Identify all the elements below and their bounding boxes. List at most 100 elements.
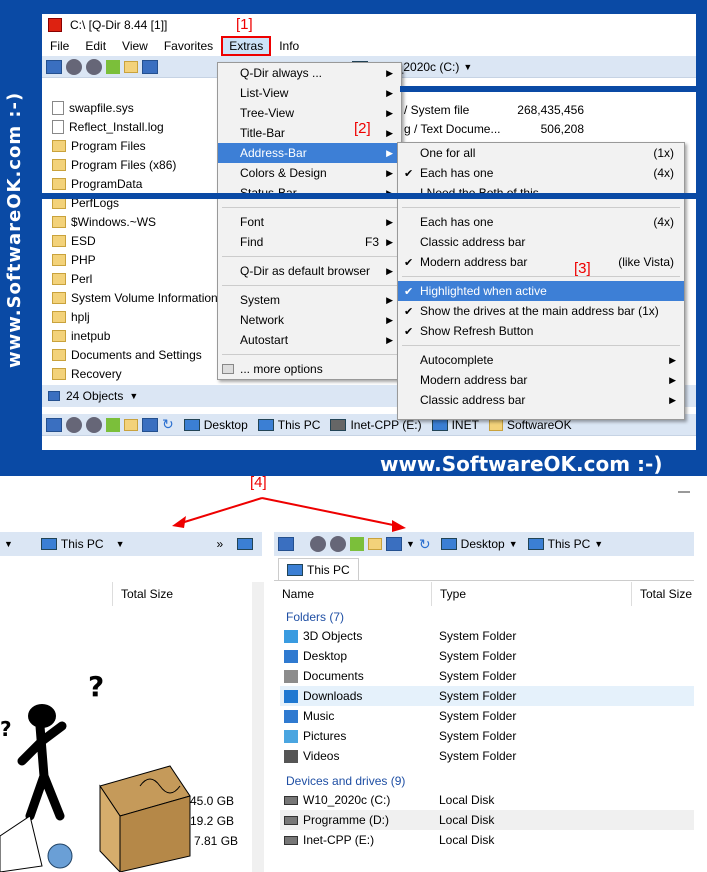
table-row[interactable]: Music System Folder: [280, 706, 694, 726]
menu-extras[interactable]: Extras: [221, 36, 272, 56]
list-item[interactable]: inetpub: [42, 326, 222, 345]
table-row[interactable]: W10_2020c (C:) Local Disk: [280, 790, 694, 810]
left-col-header[interactable]: Total Size: [112, 582, 244, 606]
address-bar-menu-item[interactable]: Each has one (4x): [398, 212, 684, 232]
list-item[interactable]: $Windows.~WS: [42, 212, 222, 231]
list-item[interactable]: swapfile.sys: [42, 98, 222, 117]
col-type[interactable]: Type: [434, 582, 632, 606]
up-icon[interactable]: [106, 417, 120, 432]
layout-icon[interactable]: [142, 59, 158, 74]
row-name: Pictures: [303, 729, 347, 743]
view-icon[interactable]: [46, 417, 62, 432]
chevron-down-icon: ▼: [463, 61, 473, 72]
list-item[interactable]: ProgramData: [42, 174, 222, 193]
chevron-down-icon[interactable]: ▼: [116, 539, 125, 549]
address-bar-menu-item[interactable]: Classic address bar: [398, 232, 684, 252]
table-row[interactable]: Desktop System Folder: [280, 646, 694, 666]
back-icon[interactable]: [66, 416, 82, 433]
up-icon[interactable]: [106, 59, 120, 74]
breadcrumb[interactable]: This PC: [61, 537, 104, 551]
disk-drive-icon: [284, 795, 298, 805]
list-item[interactable]: Program Files (x86): [42, 155, 222, 174]
submenu-arrow-icon: ▶: [386, 294, 393, 305]
address-bar-menu-item[interactable]: ✔ Modern address bar (like Vista): [398, 252, 684, 272]
list-item[interactable]: Reflect_Install.log: [42, 117, 222, 136]
menu-info[interactable]: Info: [271, 39, 307, 53]
new-folder-icon[interactable]: [124, 60, 138, 73]
menu-item-label: Modern address bar: [420, 255, 528, 269]
back-icon[interactable]: [66, 58, 82, 75]
monitor-icon[interactable]: [237, 538, 254, 550]
address-bar-menu-item[interactable]: Modern address bar ▶: [398, 370, 684, 390]
view-icon[interactable]: [46, 59, 62, 74]
tab-this-pc[interactable]: This PC: [278, 558, 359, 580]
list-item[interactable]: Recovery: [42, 364, 222, 383]
back-icon[interactable]: [310, 536, 326, 552]
list-item[interactable]: PHP: [42, 250, 222, 269]
table-row[interactable]: 3D Objects System Folder: [280, 626, 694, 646]
extras-menu-item[interactable]: Tree-View ▶: [218, 103, 401, 123]
table-row[interactable]: Videos System Folder: [280, 746, 694, 766]
refresh-icon[interactable]: ↻: [162, 416, 174, 433]
table-row[interactable]: Downloads System Folder: [280, 686, 694, 706]
extras-menu-item[interactable]: Address-Bar ▶: [218, 143, 401, 163]
list-item[interactable]: hplj: [42, 307, 222, 326]
extras-menu-item[interactable]: Colors & Design ▶: [218, 163, 401, 183]
check-icon: ✔: [404, 256, 414, 269]
extras-menu-item[interactable]: Find F3 ▶: [218, 232, 401, 252]
extras-menu-item[interactable]: System ▶: [218, 290, 401, 310]
crumb-this-pc[interactable]: This PC: [257, 418, 320, 432]
col-total-size[interactable]: Total Size: [634, 582, 694, 606]
address-bar-menu-item[interactable]: ✔ Highlighted when active: [398, 281, 684, 301]
menu-file[interactable]: File: [42, 39, 77, 53]
table-row[interactable]: Inet-CPP (E:) Local Disk: [280, 830, 694, 850]
crumb-desktop[interactable]: Desktop: [183, 418, 248, 432]
refresh-icon[interactable]: ↻: [419, 536, 431, 553]
list-item[interactable]: ESD: [42, 231, 222, 250]
address-bar-menu-item[interactable]: ✔ Each has one (4x): [398, 163, 684, 183]
forward-icon[interactable]: [330, 536, 346, 552]
address-bar-menu-item[interactable]: Classic address bar ▶: [398, 390, 684, 410]
list-item[interactable]: Perl: [42, 269, 222, 288]
layout-icon[interactable]: [142, 417, 158, 432]
up-icon[interactable]: [350, 537, 364, 551]
col-name[interactable]: Name: [280, 582, 432, 606]
address-bar-menu-item[interactable]: One for all (1x): [398, 143, 684, 163]
extras-menu-item[interactable]: Autostart ▶: [218, 330, 401, 350]
list-item[interactable]: Program Files: [42, 136, 222, 155]
menu-edit[interactable]: Edit: [77, 39, 114, 53]
table-row[interactable]: Programme (D:) Local Disk: [280, 810, 694, 830]
view-icon[interactable]: [278, 537, 294, 551]
extras-menu-item[interactable]: Q-Dir as default browser ▶: [218, 261, 401, 281]
group-header-devices[interactable]: Devices and drives (9): [286, 774, 405, 788]
layout-icon[interactable]: [386, 537, 402, 551]
extras-menu-item[interactable]: List-View ▶: [218, 83, 401, 103]
list-item[interactable]: Documents and Settings: [42, 345, 222, 364]
list-item[interactable]: System Volume Information: [42, 288, 222, 307]
expand-icon[interactable]: »: [217, 537, 224, 551]
menu-favorites[interactable]: Favorites: [156, 39, 221, 53]
chevron-down-icon[interactable]: ▼: [406, 539, 415, 549]
extras-menu-item[interactable]: Q-Dir always ... ▶: [218, 63, 401, 83]
table-row[interactable]: Pictures System Folder: [280, 726, 694, 746]
crumb-this-pc[interactable]: This PC ▼: [527, 537, 603, 551]
menu-separator: [222, 354, 397, 355]
new-folder-icon[interactable]: [124, 418, 138, 431]
forward-icon[interactable]: [86, 416, 102, 433]
extras-menu-item[interactable]: Font ▶: [218, 212, 401, 232]
address-bar-menu-item[interactable]: ✔ Show the drives at the main address bar…: [398, 301, 684, 321]
new-folder-icon[interactable]: [368, 538, 382, 550]
extras-menu-item[interactable]: Title-Bar ▶: [218, 123, 401, 143]
menu-view[interactable]: View: [114, 39, 156, 53]
crumb-label: Desktop: [460, 537, 505, 551]
scrollbar[interactable]: [252, 582, 264, 872]
group-header-folders[interactable]: Folders (7): [286, 610, 344, 624]
extras-menu-item[interactable]: ... more options: [218, 359, 401, 379]
forward-icon[interactable]: [86, 58, 102, 75]
address-bar-menu-item[interactable]: ✔ Show Refresh Button: [398, 321, 684, 341]
extras-menu-item[interactable]: Network ▶: [218, 310, 401, 330]
crumb-desktop[interactable]: Desktop ▼: [440, 537, 518, 551]
item-name: swapfile.sys: [69, 100, 134, 115]
address-bar-menu-item[interactable]: Autocomplete ▶: [398, 350, 684, 370]
table-row[interactable]: Documents System Folder: [280, 666, 694, 686]
